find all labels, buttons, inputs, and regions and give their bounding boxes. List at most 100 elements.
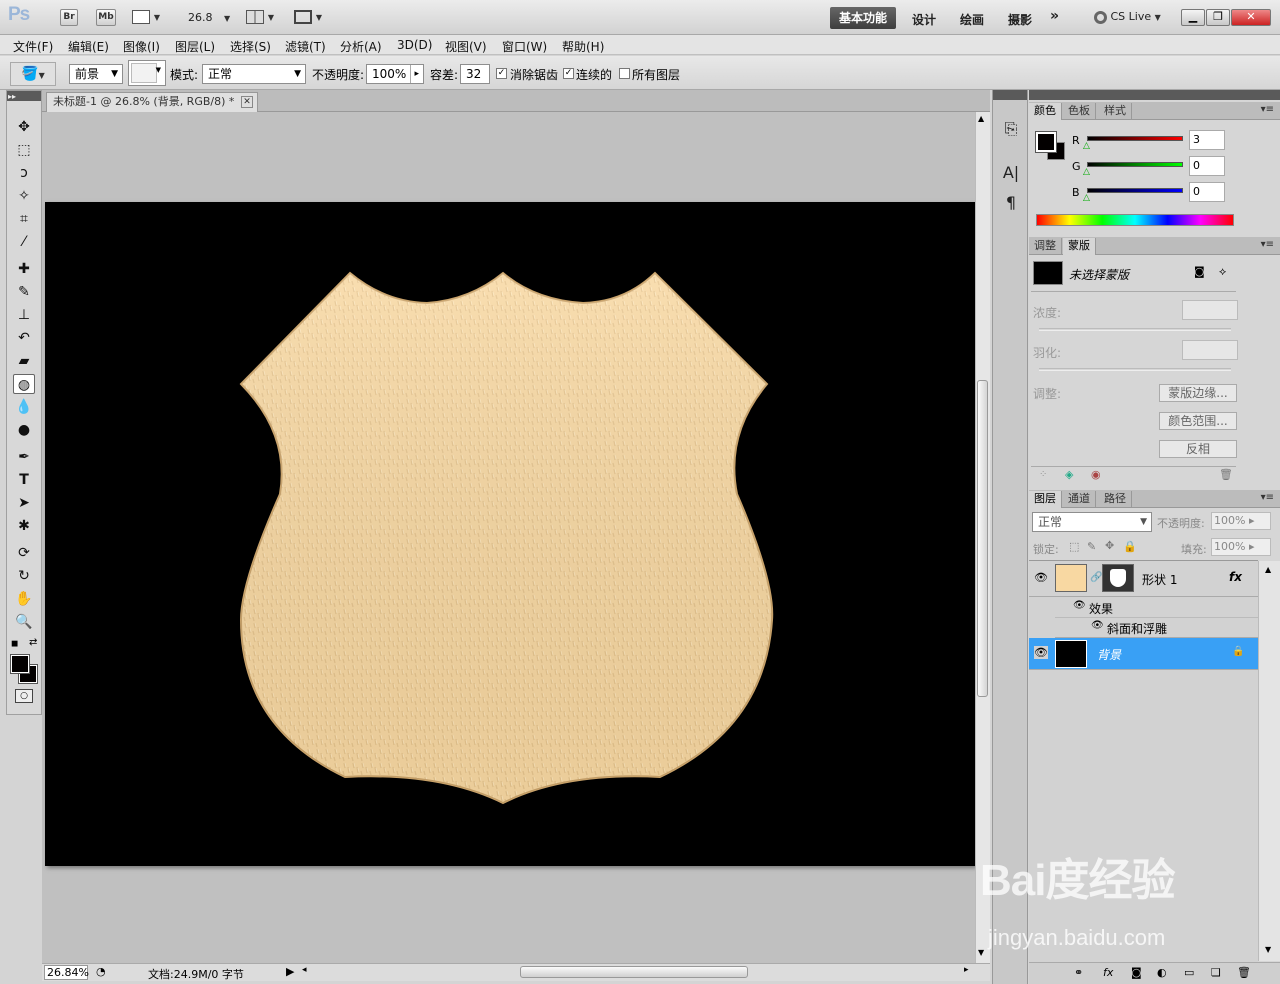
add-style-icon[interactable]: fx bbox=[1103, 966, 1113, 979]
adjustment-layer-icon[interactable]: ◐ bbox=[1157, 966, 1167, 979]
color-ramp[interactable] bbox=[1036, 214, 1234, 226]
visibility-eye-icon[interactable]: 👁 bbox=[1034, 646, 1048, 659]
workspace-design[interactable]: 设计 bbox=[912, 11, 936, 28]
disable-mask-icon[interactable]: ◉ bbox=[1091, 468, 1101, 481]
custom-shape-tool-icon[interactable]: ✱ bbox=[13, 516, 35, 536]
tab-masks[interactable]: 蒙版 bbox=[1063, 238, 1096, 255]
apply-mask-icon[interactable]: ◈ bbox=[1065, 468, 1073, 481]
layer-opacity-input[interactable]: 100% ▸ bbox=[1211, 512, 1271, 530]
screen-mode-menu[interactable]: ▼ bbox=[294, 9, 328, 26]
blue-value-input[interactable]: 0 bbox=[1189, 182, 1225, 202]
history-panel-icon[interactable]: ⎘ bbox=[1000, 118, 1022, 140]
tab-paths[interactable]: 路径 bbox=[1099, 491, 1132, 508]
layers-scrollbar[interactable]: ▲ ▼ bbox=[1258, 561, 1280, 961]
move-tool-icon[interactable]: ✥ bbox=[13, 117, 35, 137]
workspace-painting[interactable]: 绘画 bbox=[960, 11, 984, 28]
scroll-right-icon[interactable]: ▸ bbox=[964, 965, 969, 975]
fx-icon[interactable]: fx bbox=[1229, 570, 1242, 584]
green-value-input[interactable]: 0 bbox=[1189, 156, 1225, 176]
panel-menu-icon[interactable]: ▾≡ bbox=[1261, 104, 1274, 115]
horizontal-scroll-thumb[interactable] bbox=[520, 966, 748, 978]
quick-mask-icon[interactable]: ○ bbox=[15, 689, 33, 703]
paragraph-panel-icon[interactable]: ¶ bbox=[1000, 192, 1022, 214]
menu-view[interactable]: 视图(V) bbox=[445, 38, 487, 55]
fill-input[interactable]: 100% ▸ bbox=[1211, 538, 1271, 556]
menu-layer[interactable]: 图层(L) bbox=[175, 38, 215, 55]
link-layers-icon[interactable]: ⚭ bbox=[1074, 966, 1083, 979]
crop-tool-icon[interactable]: ⌗ bbox=[13, 209, 35, 229]
collapse-icon[interactable]: ▸▸ bbox=[8, 92, 16, 101]
invert-button[interactable]: 反相 bbox=[1159, 440, 1237, 458]
tab-swatches[interactable]: 色板 bbox=[1063, 103, 1096, 120]
blur-tool-icon[interactable]: 💧 bbox=[13, 397, 35, 417]
slider-handle-icon[interactable]: △ bbox=[1083, 141, 1090, 151]
panel-menu-icon[interactable]: ▾≡ bbox=[1261, 492, 1274, 503]
tab-adjustments[interactable]: 调整 bbox=[1029, 238, 1062, 255]
more-workspaces-button[interactable]: » bbox=[1050, 8, 1059, 24]
tool-preset-picker[interactable]: 🪣▼ bbox=[10, 62, 56, 86]
effects-row[interactable]: 👁 效果 bbox=[1055, 598, 1258, 618]
pattern-picker[interactable]: ▼ bbox=[128, 60, 166, 86]
color-range-button[interactable]: 颜色范围... bbox=[1159, 412, 1237, 430]
delete-layer-icon[interactable]: 🗑 bbox=[1237, 966, 1251, 979]
default-colors-icon[interactable]: ◼ bbox=[11, 639, 18, 649]
document-tab[interactable]: 未标题-1 @ 26.8% (背景, RGB/8) * ✕ bbox=[46, 92, 258, 112]
scroll-up-icon[interactable]: ▲ bbox=[978, 114, 984, 123]
menu-window[interactable]: 窗口(W) bbox=[502, 38, 547, 55]
fill-source-select[interactable]: 前景 ▼ bbox=[69, 64, 123, 84]
visibility-eye-icon[interactable]: 👁 bbox=[1073, 600, 1086, 611]
3d-orbit-tool-icon[interactable]: ↻ bbox=[13, 566, 35, 586]
density-field[interactable] bbox=[1182, 300, 1238, 320]
dodge-tool-icon[interactable]: ● bbox=[13, 420, 35, 440]
layer-row-background[interactable]: 👁 背景 🔒 bbox=[1029, 638, 1258, 670]
marquee-tool-icon[interactable]: ⬚ bbox=[13, 140, 35, 160]
lasso-tool-icon[interactable]: ↄ bbox=[13, 163, 35, 183]
density-slider[interactable] bbox=[1039, 328, 1231, 331]
lock-position-icon[interactable]: ✥ bbox=[1105, 539, 1114, 552]
menu-file[interactable]: 文件(F) bbox=[13, 38, 53, 55]
menu-analysis[interactable]: 分析(A) bbox=[340, 38, 382, 55]
red-value-input[interactable]: 3 bbox=[1189, 130, 1225, 150]
path-selection-tool-icon[interactable]: ➤ bbox=[13, 493, 35, 513]
scroll-down-icon[interactable]: ▼ bbox=[1265, 945, 1271, 954]
tab-color[interactable]: 颜色 bbox=[1029, 103, 1062, 120]
menu-image[interactable]: 图像(I) bbox=[123, 38, 160, 55]
tab-styles[interactable]: 样式 bbox=[1099, 103, 1132, 120]
status-icon[interactable]: ◔ bbox=[96, 965, 106, 978]
scroll-up-icon[interactable]: ▲ bbox=[1265, 565, 1271, 574]
slider-handle-icon[interactable]: △ bbox=[1083, 167, 1090, 177]
tolerance-input[interactable]: 32 bbox=[460, 64, 490, 84]
blue-slider[interactable] bbox=[1087, 188, 1183, 193]
opacity-input[interactable]: 100% ▸ bbox=[366, 64, 424, 84]
restore-button[interactable]: ❐ bbox=[1206, 9, 1230, 26]
menu-select[interactable]: 选择(S) bbox=[230, 38, 271, 55]
tab-channels[interactable]: 通道 bbox=[1063, 491, 1096, 508]
contiguous-checkbox[interactable]: ✓ bbox=[563, 68, 574, 79]
visibility-eye-icon[interactable]: 👁 bbox=[1034, 571, 1048, 584]
healing-brush-tool-icon[interactable]: ✚ bbox=[13, 259, 35, 279]
bridge-button[interactable]: Br bbox=[60, 9, 78, 26]
document-canvas[interactable] bbox=[45, 202, 975, 866]
mini-bridge-button[interactable]: Mb bbox=[96, 9, 116, 26]
foreground-color-swatch[interactable] bbox=[10, 654, 30, 674]
workspace-photography[interactable]: 摄影 bbox=[1008, 11, 1032, 28]
pen-tool-icon[interactable]: ✒ bbox=[13, 447, 35, 467]
3d-rotate-tool-icon[interactable]: ⟳ bbox=[13, 543, 35, 563]
load-selection-icon[interactable]: ⁘ bbox=[1039, 469, 1047, 480]
menu-3d[interactable]: 3D(D) bbox=[397, 38, 432, 52]
color-fg-swatch[interactable] bbox=[1035, 131, 1057, 153]
menu-edit[interactable]: 编辑(E) bbox=[68, 38, 109, 55]
tab-layers[interactable]: 图层 bbox=[1029, 491, 1062, 508]
type-tool-icon[interactable]: T bbox=[13, 470, 35, 490]
history-brush-tool-icon[interactable]: ↶ bbox=[13, 328, 35, 348]
view-extras-menu[interactable]: ▼ bbox=[132, 9, 164, 26]
panels-header[interactable] bbox=[1029, 90, 1280, 100]
layer-row-shape1[interactable]: 👁 🔗 形状 1 fx bbox=[1029, 561, 1258, 597]
paint-bucket-tool-icon[interactable]: ◍ bbox=[13, 374, 35, 394]
quick-select-tool-icon[interactable]: ✧ bbox=[13, 186, 35, 206]
panel-menu-icon[interactable]: ▾≡ bbox=[1261, 239, 1274, 250]
blend-mode-select[interactable]: 正常 ▼ bbox=[202, 64, 306, 84]
lock-all-icon[interactable]: 🔒 bbox=[1123, 540, 1137, 553]
feather-slider[interactable] bbox=[1039, 368, 1231, 371]
zoom-level-menu[interactable]: 26.8 ▼ bbox=[188, 11, 230, 24]
